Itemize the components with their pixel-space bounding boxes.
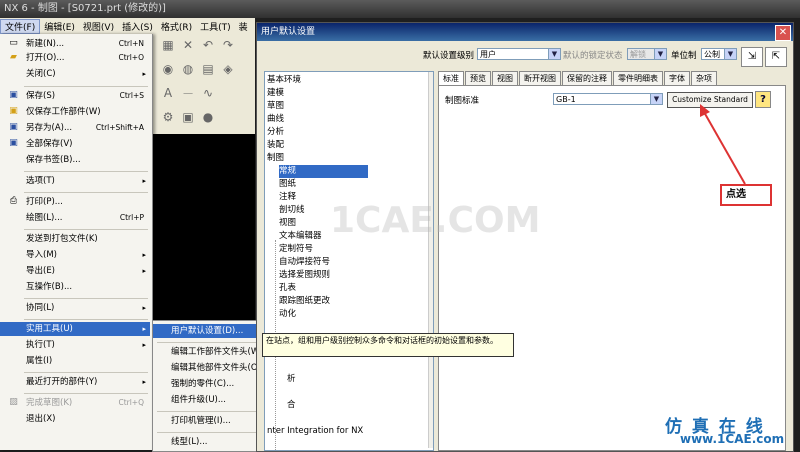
callout-arrow-line — [703, 111, 746, 185]
watermark-center: 1CAE.COM — [330, 200, 541, 241]
watermark-url: www.1CAE.com — [680, 432, 785, 446]
callout-label: 点选 — [720, 184, 772, 206]
